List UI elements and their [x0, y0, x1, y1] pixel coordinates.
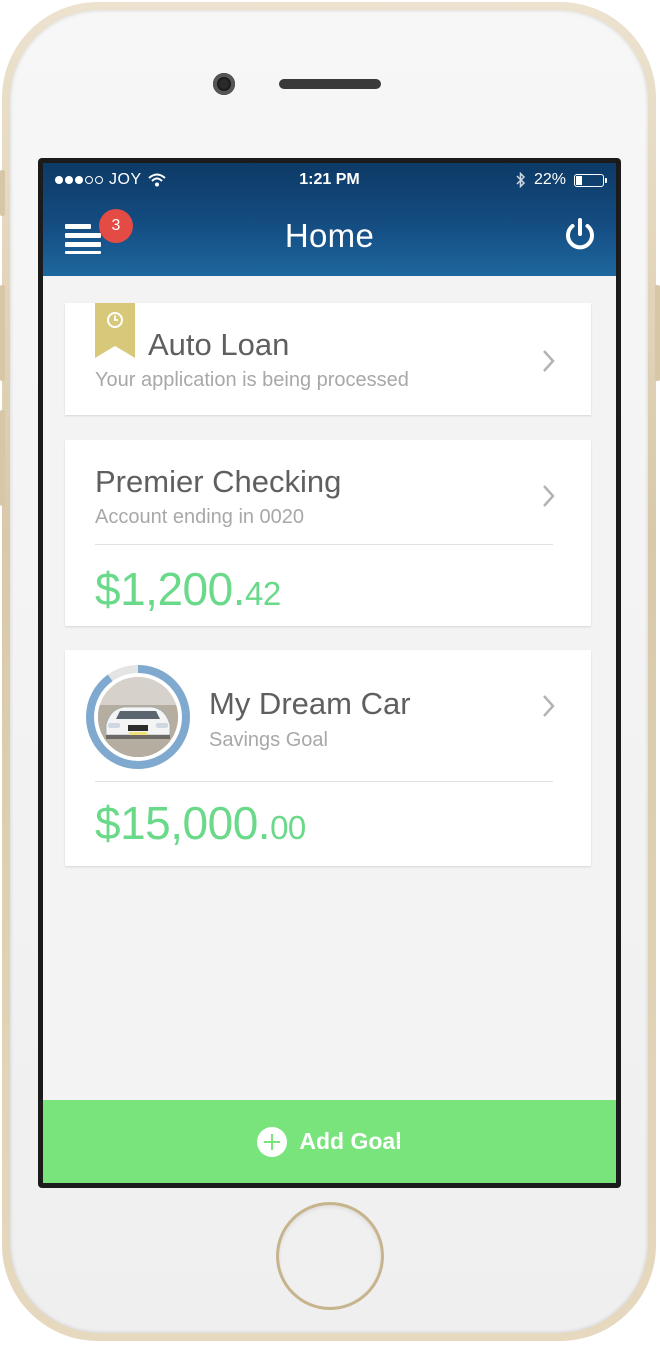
checking-balance: $1,200.42 — [95, 562, 281, 616]
sleep-button — [655, 285, 660, 381]
volume-down-button — [0, 410, 5, 506]
battery-fill — [576, 175, 583, 185]
goal-amount-main: $15,000. — [95, 797, 271, 849]
battery-percent: 22% — [533, 171, 566, 188]
clock-ribbon-icon — [95, 303, 135, 358]
power-icon[interactable] — [562, 217, 598, 253]
chevron-right-icon — [543, 485, 555, 507]
goal-amount: $15,000.00 — [95, 796, 306, 850]
checking-balance-main: $1,200. — [95, 563, 245, 615]
checking-balance-cents: 42 — [244, 575, 281, 612]
page-title: Home — [284, 217, 375, 254]
auto-loan-card[interactable]: Auto Loan Your application is being proc… — [65, 303, 591, 415]
savings-goal-card[interactable]: My Dream Car Savings Goal $15,000.00 — [65, 650, 591, 866]
chevron-right-icon — [543, 350, 555, 372]
auto-loan-title: Auto Loan — [148, 327, 290, 362]
car-image-icon — [98, 677, 178, 757]
app-display: JOY 1:21 PM 22% 3 Home Auto Loan Your ap… — [43, 163, 616, 1183]
auto-loan-subtitle: Your application is being processed — [95, 369, 409, 391]
status-bar: JOY 1:21 PM 22% — [43, 171, 616, 195]
app-header: JOY 1:21 PM 22% 3 Home — [43, 163, 616, 276]
mute-switch — [0, 170, 5, 216]
screen-bezel: JOY 1:21 PM 22% 3 Home Auto Loan Your ap… — [38, 158, 621, 1188]
goal-amount-cents: 00 — [270, 809, 306, 846]
card-divider — [95, 544, 553, 545]
volume-up-button — [0, 285, 5, 381]
add-goal-label: Add Goal — [299, 1128, 402, 1154]
front-camera — [213, 73, 235, 95]
goal-title: My Dream Car — [209, 686, 411, 721]
earpiece-speaker — [279, 79, 381, 89]
battery-icon — [574, 173, 607, 187]
car-photo — [98, 677, 178, 757]
card-divider — [95, 781, 553, 782]
add-goal-button[interactable]: Add Goal — [43, 1100, 616, 1183]
home-button[interactable] — [279, 1205, 381, 1307]
goal-subtitle: Savings Goal — [209, 729, 328, 751]
goal-progress-avatar — [85, 664, 191, 770]
checking-title: Premier Checking — [95, 464, 342, 499]
status-right: 22% — [516, 171, 607, 189]
plus-circle-icon — [257, 1126, 288, 1157]
checking-account-card[interactable]: Premier Checking Account ending in 0020 … — [65, 440, 591, 626]
checking-subtitle: Account ending in 0020 — [95, 506, 305, 528]
bluetooth-icon — [516, 172, 526, 188]
chevron-right-icon — [543, 695, 555, 717]
